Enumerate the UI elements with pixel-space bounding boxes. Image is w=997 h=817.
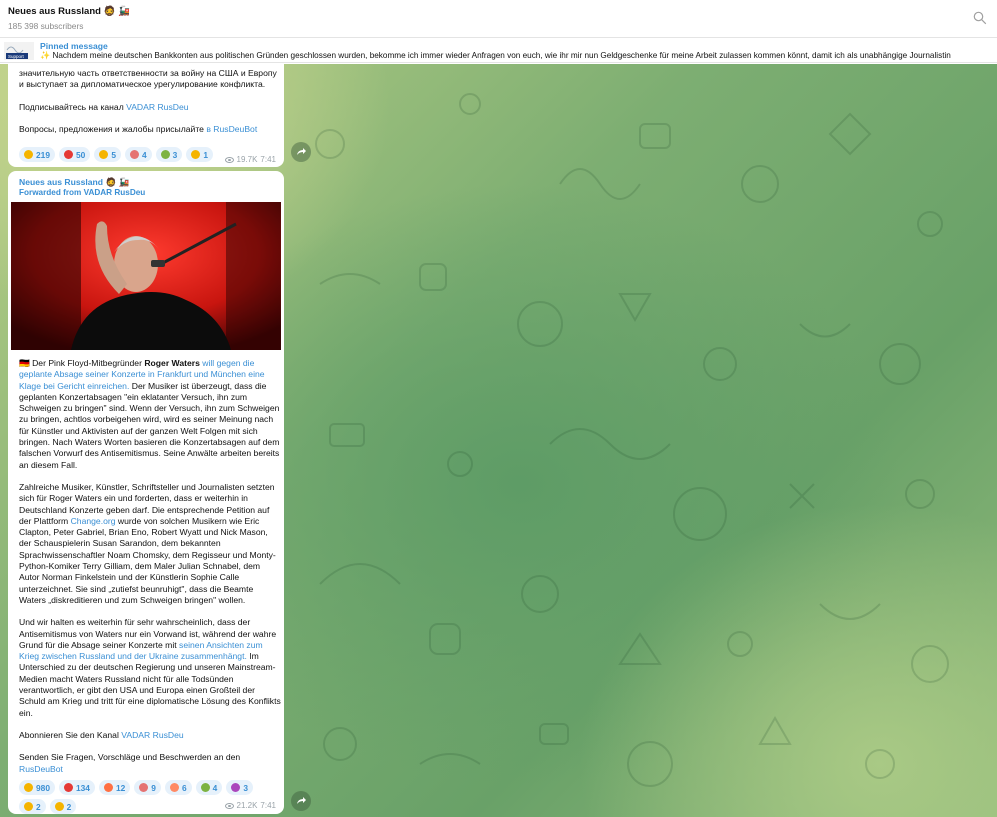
reaction-chip[interactable]: 2 bbox=[19, 799, 46, 814]
search-icon[interactable] bbox=[973, 11, 987, 25]
message-time: 7:41 bbox=[260, 155, 276, 164]
clown-icon bbox=[139, 783, 149, 792]
mind-blown-icon bbox=[169, 783, 179, 792]
reaction-chip[interactable]: 134 bbox=[58, 780, 95, 795]
paragraph-2: Zahlreiche Musiker, Künstler, Schriftste… bbox=[19, 482, 281, 606]
clap-icon bbox=[24, 150, 33, 159]
pinned-text: ✨ Nachdem meine deutschen Bankkonten aus… bbox=[40, 51, 951, 60]
reaction-chip[interactable]: 3 bbox=[155, 147, 183, 162]
pinned-message-bar[interactable]: Support Pinned message ✨ Nachdem meine d… bbox=[0, 38, 997, 63]
eye-icon bbox=[224, 802, 234, 809]
text-span: wurde von solchen Musikern wie Eric Clap… bbox=[19, 515, 276, 605]
grin-icon bbox=[24, 802, 33, 811]
message-photo[interactable] bbox=[11, 202, 281, 350]
paragraph-1: 🇩🇪 Der Pink Floyd-Mitbegründer Roger Wat… bbox=[19, 358, 281, 471]
bot-link[interactable]: в RusDeuBot bbox=[206, 124, 257, 134]
thinking-icon bbox=[54, 802, 64, 811]
reaction-chip[interactable]: 980 bbox=[19, 780, 55, 795]
text-span: Abonnieren Sie den Kanal bbox=[19, 729, 122, 740]
questions-line: Вопросы, предложения и жалобы присылайте… bbox=[19, 124, 281, 135]
share-arrow-icon bbox=[297, 797, 306, 804]
subscribe-line: Подписывайтесь на канал VADAR RusDeu bbox=[19, 102, 281, 113]
vomit-icon bbox=[200, 783, 210, 792]
view-count: 21.2K bbox=[236, 801, 258, 810]
reactions-row: 219 50 5 4 3 1 bbox=[19, 147, 219, 162]
text-span: 🇩🇪 Der Pink Floyd-Mitbegründer bbox=[19, 358, 145, 368]
channel-link[interactable]: VADAR RusDeu bbox=[121, 730, 183, 740]
party-icon bbox=[231, 783, 241, 792]
paragraph-3: Und wir halten es weiterhin für sehr wah… bbox=[19, 617, 281, 719]
reaction-chip[interactable]: 4 bbox=[195, 780, 223, 795]
reaction-chip[interactable]: 2 bbox=[49, 799, 77, 814]
crying-icon bbox=[191, 150, 201, 159]
subscribe-line: Abonnieren Sie den Kanal VADAR RusDeu bbox=[19, 730, 281, 741]
share-button[interactable] bbox=[291, 142, 311, 162]
artist-name: Roger Waters bbox=[144, 358, 200, 368]
forwarded-from[interactable]: Forwarded from VADAR RusDeu bbox=[19, 188, 145, 197]
pinned-thumbnail: Support bbox=[4, 42, 34, 60]
subscriber-count: 185 398 subscribers bbox=[8, 21, 84, 31]
sender-name[interactable]: Neues aus Russland 🧔 🚂 bbox=[19, 177, 129, 188]
channel-title[interactable]: Neues aus Russland 🧔 🚂 bbox=[8, 6, 130, 17]
channel-link[interactable]: VADAR RusDeu bbox=[126, 102, 188, 112]
text-span: Der Musiker ist überzeugt, dass die gepl… bbox=[19, 380, 280, 470]
pinned-label: Pinned message bbox=[40, 41, 108, 51]
reaction-chip[interactable]: 9 bbox=[134, 780, 161, 795]
reaction-chip[interactable]: 219 bbox=[19, 147, 55, 162]
share-arrow-icon bbox=[297, 148, 306, 155]
clown-icon bbox=[129, 150, 139, 159]
message-bubble[interactable]: значительную часть ответственности за во… bbox=[8, 64, 284, 167]
message-meta: 19.7K 7:41 bbox=[224, 155, 276, 164]
message-bubble[interactable]: Neues aus Russland 🧔 🚂 Forwarded from VA… bbox=[8, 171, 284, 814]
questions-line: Senden Sie Fragen, Vorschläge und Beschw… bbox=[19, 752, 281, 775]
reaction-chip[interactable]: 12 bbox=[98, 780, 131, 795]
support-badge: Support bbox=[8, 54, 25, 59]
message-meta: 21.2K 7:41 bbox=[224, 801, 276, 810]
message-time: 7:41 bbox=[260, 801, 276, 810]
clap-icon bbox=[24, 783, 33, 792]
heart-icon bbox=[63, 783, 73, 792]
share-button[interactable] bbox=[291, 791, 311, 811]
reaction-chip[interactable]: 50 bbox=[58, 147, 91, 162]
reaction-chip[interactable]: 6 bbox=[164, 780, 192, 795]
reaction-chip[interactable]: 3 bbox=[226, 780, 253, 795]
petition-link[interactable]: Change.org bbox=[71, 516, 116, 526]
message-text: значительную часть ответственности за во… bbox=[19, 68, 281, 135]
concert-photo bbox=[11, 202, 281, 350]
bot-link[interactable]: RusDeuBot bbox=[19, 764, 63, 774]
fire-icon bbox=[103, 783, 113, 792]
eye-icon bbox=[224, 156, 234, 163]
vomit-icon bbox=[160, 150, 170, 159]
questions-prefix: Вопросы, предложения и жалобы присылайте bbox=[19, 123, 207, 134]
reaction-chip[interactable]: 1 bbox=[186, 147, 213, 162]
text-line: и выступает за дипломатическое урегулиро… bbox=[19, 79, 266, 90]
message-text: 🇩🇪 Der Pink Floyd-Mitbegründer Roger Wat… bbox=[19, 358, 281, 775]
channel-header[interactable]: Neues aus Russland 🧔 🚂 185 398 subscribe… bbox=[0, 0, 997, 38]
text-span: Senden Sie Fragen, Vorschläge und Beschw… bbox=[19, 752, 241, 763]
reaction-chip[interactable]: 4 bbox=[124, 147, 152, 162]
subscribe-prefix: Подписывайтесь на канал bbox=[19, 101, 127, 112]
reaction-chip[interactable]: 5 bbox=[94, 147, 121, 162]
thinking-icon bbox=[99, 150, 109, 159]
text-line: значительную часть ответственности за во… bbox=[19, 68, 277, 78]
view-count: 19.7K bbox=[236, 155, 258, 164]
heart-icon bbox=[63, 150, 73, 159]
